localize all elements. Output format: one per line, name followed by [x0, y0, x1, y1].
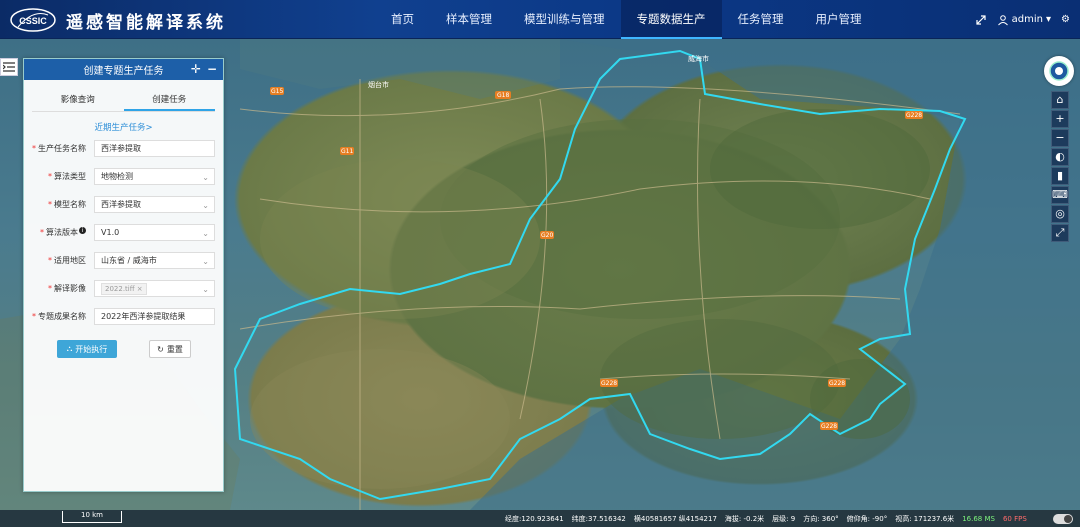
expand-icon[interactable]: ⤢: [1051, 224, 1069, 242]
region-label: 适用地区: [54, 256, 86, 265]
nav-sample-management[interactable]: 样本管理: [430, 0, 508, 39]
road-badge: G228: [821, 423, 837, 430]
altitude: 海拔: -0.2米: [724, 514, 765, 523]
status-items: 经度:120.923641 纬度:37.516342 横40581657 纵41…: [505, 510, 1027, 527]
imagery-row: * 解译影像 2022.tiff × ⌄: [24, 280, 225, 297]
region-cascader[interactable]: 山东省 / 威海市 ⌄: [94, 252, 215, 269]
home-icon[interactable]: ⌂: [1051, 91, 1069, 109]
algorithm-version-row: * 算法版本 i V1.0 ⌄: [24, 224, 225, 241]
gear-icon[interactable]: ⚙: [1061, 14, 1070, 25]
username: admin: [1011, 14, 1043, 25]
compass-control[interactable]: [1044, 56, 1074, 86]
sidebar-toggle-button[interactable]: [0, 58, 18, 76]
nav-model-training[interactable]: 模型训练与管理: [508, 0, 621, 39]
road-badge: G228: [906, 112, 922, 119]
task-name-row: * 生产任务名称 西洋参提取: [24, 140, 225, 157]
globe-icon[interactable]: ◎: [1051, 205, 1069, 223]
imagery-tag[interactable]: 2022.tiff ×: [101, 283, 147, 295]
tab-image-query[interactable]: 影像查询: [32, 90, 124, 111]
pitch: 俯仰角: -90°: [846, 514, 888, 523]
recent-tasks-link[interactable]: 近期生产任务>: [24, 121, 223, 133]
chevron-down-icon: ⌄: [202, 285, 209, 294]
imagery-select[interactable]: 2022.tiff × ⌄: [94, 280, 215, 297]
road-badge: G20: [541, 232, 553, 239]
header-user-area: admin ▾ ⚙: [975, 0, 1070, 39]
zoom-level: 层级: 9: [772, 514, 796, 523]
panel-header: 创建专题生产任务 ✛ −: [24, 59, 223, 80]
latitude: 纬度:37.516342: [571, 514, 626, 523]
algorithm-version-label: 算法版本: [46, 228, 78, 237]
result-name-row: * 专题成果名称 2022年西洋参提取结果: [24, 308, 225, 325]
algorithm-type-label: 算法类型: [54, 172, 86, 181]
model-name-select[interactable]: 西洋参提取 ⌄: [94, 196, 215, 213]
model-name-label: 模型名称: [54, 200, 86, 209]
create-task-panel: 创建专题生产任务 ✛ − 影像查询 创建任务 近期生产任务> * 生产任务名称 西…: [23, 58, 224, 492]
cssic-logo-icon: CSSIC: [10, 8, 56, 32]
move-icon[interactable]: ✛: [191, 62, 201, 76]
bookmark-icon[interactable]: ▮: [1051, 167, 1069, 185]
minimize-icon[interactable]: −: [207, 62, 217, 76]
chevron-down-icon: ⌄: [202, 173, 209, 182]
map-label: 烟台市: [368, 80, 389, 89]
region-row: * 适用地区 山东省 / 威海市 ⌄: [24, 252, 225, 269]
map-label: 威海市: [688, 54, 709, 63]
chevron-down-icon: ⌄: [202, 229, 209, 238]
imagery-label: 解译影像: [54, 284, 86, 293]
road-badge: G228: [601, 380, 617, 387]
logo-text: CSSIC: [19, 16, 47, 26]
tab-create-task[interactable]: 创建任务: [123, 90, 215, 111]
chevron-down-icon: ⌄: [202, 201, 209, 210]
algorithm-type-row: * 算法类型 地物检测 ⌄: [24, 168, 225, 185]
info-icon[interactable]: i: [79, 227, 86, 234]
nav-home[interactable]: 首页: [375, 0, 430, 39]
status-bar: 经度:120.923641 纬度:37.516342 横40581657 纵41…: [0, 510, 1080, 527]
compass-icon: [1049, 61, 1069, 81]
task-name-input[interactable]: 西洋参提取: [94, 140, 215, 157]
app-title: 遥感智能解译系统: [66, 13, 226, 33]
grid-coords: 横40581657 纵4154217: [633, 514, 717, 523]
algorithm-version-select[interactable]: V1.0 ⌄: [94, 224, 215, 241]
zoom-in-icon[interactable]: +: [1051, 110, 1069, 128]
nav-user-management[interactable]: 用户管理: [800, 0, 878, 39]
road-badge: G18: [497, 92, 509, 99]
frame-ms: 16.68 MS: [962, 514, 995, 523]
algorithm-type-select[interactable]: 地物检测 ⌄: [94, 168, 215, 185]
map-toolbar: ⌂ + − ◐ ▮ ⌨ ◎ ⤢: [1051, 91, 1069, 242]
nav-task-management[interactable]: 任务管理: [722, 0, 800, 39]
refresh-icon: ↻: [157, 344, 164, 354]
close-icon: ×: [136, 285, 143, 293]
road-badge: G15: [271, 88, 283, 95]
scale-bar: 10 km: [62, 511, 122, 523]
fullscreen-icon[interactable]: [975, 14, 987, 26]
app-root: CSSIC 遥感智能解译系统 首页 样本管理 模型训练与管理 专题数据生产 任务…: [0, 0, 1080, 527]
fps: 60 FPS: [1002, 514, 1027, 523]
reset-button[interactable]: ↻ 重置: [149, 340, 191, 358]
share-nodes-icon: ⛬: [66, 344, 73, 353]
task-name-label: 生产任务名称: [38, 144, 86, 153]
keyboard-icon[interactable]: ⌨: [1051, 186, 1069, 204]
chevron-down-icon: ▾: [1046, 14, 1052, 25]
road-badge: G228: [829, 380, 845, 387]
longitude: 经度:120.923641: [505, 514, 564, 523]
panel-tabs: 影像查询 创建任务: [32, 90, 215, 112]
view-height: 视高: 171237.6米: [895, 514, 955, 523]
result-name-label: 专题成果名称: [38, 312, 86, 321]
panel-title: 创建专题生产任务: [83, 66, 164, 77]
user-menu[interactable]: admin ▾: [997, 14, 1051, 26]
status-toggle[interactable]: [1053, 514, 1073, 524]
list-indent-icon: [3, 62, 15, 72]
result-name-input[interactable]: 2022年西洋参提取结果: [94, 308, 215, 325]
zoom-out-icon[interactable]: −: [1051, 129, 1069, 147]
chevron-down-icon: ⌄: [202, 257, 209, 266]
nav-thematic-production[interactable]: 专题数据生产: [620, 0, 722, 39]
heading: 方向: 360°: [803, 514, 839, 523]
road-badge: G11: [341, 148, 353, 155]
model-name-row: * 模型名称 西洋参提取 ⌄: [24, 196, 225, 213]
contrast-icon[interactable]: ◐: [1051, 148, 1069, 166]
user-icon: [997, 14, 1008, 25]
top-header: CSSIC 遥感智能解译系统 首页 样本管理 模型训练与管理 专题数据生产 任务…: [0, 0, 1080, 39]
main-nav: 首页 样本管理 模型训练与管理 专题数据生产 任务管理 用户管理: [375, 0, 878, 39]
start-execute-button[interactable]: ⛬ 开始执行: [57, 340, 117, 358]
